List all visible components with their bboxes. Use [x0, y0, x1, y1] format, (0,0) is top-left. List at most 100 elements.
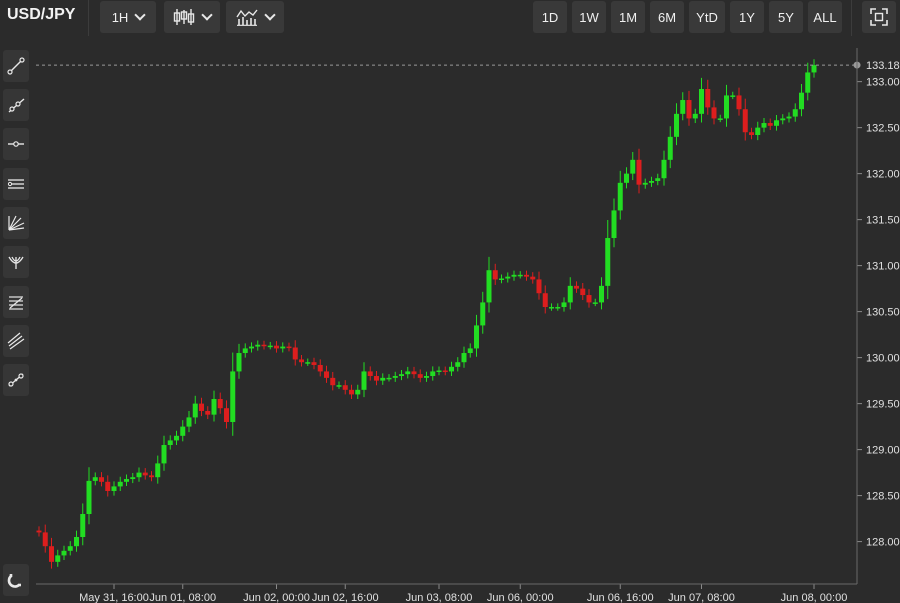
candle-body: [186, 417, 192, 427]
x-tick-label: Jun 02, 00:00: [243, 592, 310, 603]
candle-body: [617, 182, 623, 211]
candle-body: [111, 486, 117, 492]
candle-body: [605, 238, 611, 286]
candle-body: [217, 399, 223, 409]
candle-body: [255, 344, 261, 347]
symbol-title[interactable]: USD/JPY: [7, 6, 75, 24]
candle-body: [524, 274, 529, 277]
candle-body: [311, 362, 317, 365]
indicators-dropdown[interactable]: [226, 1, 284, 33]
candle-body: [405, 371, 411, 375]
interval-label: 1H: [111, 9, 129, 25]
candle-body: [549, 307, 554, 309]
candlestick-chart[interactable]: 128.00 128.50 129.00 129.50 130.00 130.50 131.…: [36, 40, 900, 603]
fullscreen-icon: [870, 8, 888, 26]
trend-line-icon: [7, 57, 25, 75]
candlestick-icon: [173, 9, 195, 25]
x-tick-label: Jun 07, 08:00: [668, 592, 735, 603]
chevron-down-icon: [134, 9, 146, 21]
range-button-1d[interactable]: 1D: [533, 1, 567, 33]
range-label: 6M: [657, 9, 677, 25]
measure-tool[interactable]: [3, 364, 29, 396]
candle-body: [249, 346, 254, 349]
candle-body: [330, 377, 336, 386]
candle-body: [811, 65, 817, 73]
range-button-ytd[interactable]: YtD: [689, 1, 725, 33]
last-price-label: 133.18: [866, 60, 900, 72]
pitchfork-tool[interactable]: [3, 246, 29, 278]
candle-body: [336, 385, 342, 387]
magnet-tool[interactable]: [3, 564, 29, 596]
regression-channel-tool[interactable]: [3, 325, 29, 357]
candle-body: [736, 95, 742, 110]
candle-body: [292, 347, 298, 360]
chart-area[interactable]: 128.00 128.50 129.00 129.50 130.00 130.50 131.…: [36, 40, 900, 603]
candle-body: [774, 120, 779, 126]
candle-body: [636, 159, 642, 185]
candle-body: [499, 278, 504, 281]
parallel-channel-tool[interactable]: [3, 168, 29, 200]
candle-body: [299, 359, 304, 363]
candle-body: [417, 374, 423, 378]
candle-body: [61, 550, 67, 556]
x-axis: May 31, 16:00 Jun 01, 08:00 Jun 02, 00:00 J…: [79, 584, 847, 603]
candle-body: [149, 475, 154, 478]
range-button-5y[interactable]: 5Y: [769, 1, 803, 33]
candle-body: [574, 285, 579, 289]
range-button-1y[interactable]: 1Y: [730, 1, 764, 33]
candle-body: [467, 348, 473, 354]
candle-body: [386, 377, 392, 380]
range-button-1m[interactable]: 1M: [611, 1, 645, 33]
candle-body: [555, 307, 561, 309]
candle-body: [411, 371, 417, 375]
candle-body: [705, 88, 711, 108]
candle-body: [742, 109, 748, 133]
trend-line-tool[interactable]: [3, 50, 29, 82]
y-tick-label: 128.50: [866, 491, 900, 503]
pitchfork-icon: [8, 256, 24, 269]
candle-body: [749, 132, 754, 135]
range-label: 1M: [618, 9, 638, 25]
candle-body: [455, 362, 461, 367]
candle-body: [55, 555, 61, 562]
drawing-tools: [0, 36, 32, 603]
interval-dropdown[interactable]: 1H: [100, 1, 156, 33]
ray-icon: [8, 98, 25, 113]
candle-body: [267, 345, 273, 348]
candle-body: [724, 95, 729, 119]
candle-body: [74, 537, 79, 547]
fan-tool[interactable]: [3, 207, 29, 239]
candle-body: [542, 293, 548, 308]
chart-type-dropdown[interactable]: [164, 1, 220, 33]
y-tick-label: 132.50: [866, 123, 900, 135]
fibonacci-tool[interactable]: [3, 286, 29, 318]
candle-body: [661, 159, 667, 179]
candle-body: [180, 426, 186, 436]
range-button-all[interactable]: ALL: [808, 1, 842, 33]
candle-body: [642, 182, 648, 185]
candle-body: [674, 113, 679, 137]
candle-body: [786, 116, 792, 119]
regression-channel-icon: [7, 332, 25, 350]
y-tick-label: 128.00: [866, 537, 900, 549]
candle-body: [261, 344, 267, 347]
candle-body: [755, 127, 761, 135]
candle-body: [780, 118, 786, 121]
candle-body: [174, 435, 179, 441]
candle-body: [230, 371, 236, 423]
range-label: 1W: [579, 9, 599, 25]
candle-body: [717, 118, 723, 120]
horizontal-line-tool[interactable]: [3, 128, 29, 160]
candle-body: [242, 348, 248, 354]
candle-body: [611, 210, 617, 239]
range-label: YtD: [696, 9, 718, 25]
candle-body: [42, 532, 48, 547]
measure-icon: [8, 373, 24, 387]
range-button-1w[interactable]: 1W: [572, 1, 606, 33]
ray-tool[interactable]: [3, 89, 29, 121]
candle-body: [374, 376, 379, 381]
candle-body: [799, 92, 804, 110]
range-button-6m[interactable]: 6M: [650, 1, 684, 33]
y-tick-label: 131.50: [866, 215, 900, 227]
fullscreen-button[interactable]: [862, 1, 896, 33]
